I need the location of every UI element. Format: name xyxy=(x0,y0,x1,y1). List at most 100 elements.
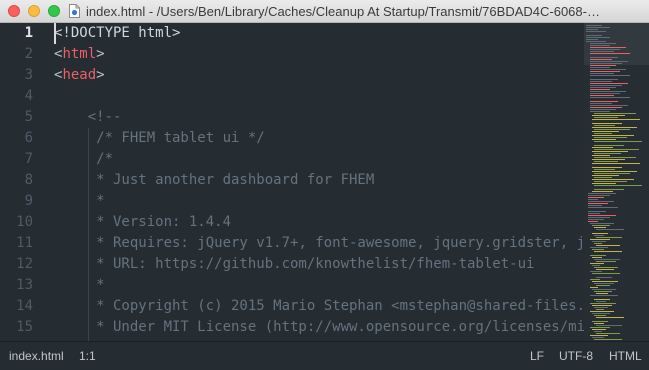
minimap-line xyxy=(588,211,606,212)
minimap-line xyxy=(592,191,613,192)
minimap-line xyxy=(590,79,618,80)
zoom-button[interactable] xyxy=(48,5,60,17)
minimap-line xyxy=(590,111,610,112)
line-number: 5 xyxy=(24,109,33,125)
code-area[interactable]: <!DOCTYPE html> <html> <head> <!-- /* FHEM… xyxy=(54,23,584,341)
minimap-line xyxy=(588,193,616,194)
minimap-line xyxy=(588,221,598,222)
minimap-line xyxy=(594,129,630,130)
status-line-endings[interactable]: LF xyxy=(530,349,544,363)
minimap-line xyxy=(586,31,606,32)
minimap-line xyxy=(588,197,604,198)
minimap-line xyxy=(592,171,637,172)
minimap-line xyxy=(590,89,610,90)
code-line: * Version: 1.4.4 xyxy=(54,212,231,233)
minimap-line xyxy=(590,87,616,88)
minimap-line xyxy=(590,69,626,70)
minimap-line xyxy=(590,57,618,58)
minimap-line xyxy=(592,119,640,120)
minimap-line xyxy=(592,233,608,234)
minimap-line xyxy=(592,139,616,140)
minimap-line xyxy=(594,267,618,268)
status-file-name: index.html xyxy=(9,349,64,363)
minimap-line xyxy=(594,243,602,244)
code-line: * Just another dashboard for FHEM xyxy=(54,170,374,191)
minimap-line xyxy=(592,225,610,226)
minimap-line xyxy=(590,67,610,68)
minimap-line xyxy=(590,63,622,64)
minimap-line xyxy=(596,317,624,318)
minimap-line xyxy=(594,149,639,150)
minimap-line xyxy=(594,125,615,126)
minimap-line xyxy=(588,199,598,200)
minimap-line xyxy=(592,151,628,152)
minimize-button[interactable] xyxy=(28,5,40,17)
minimap-line xyxy=(588,205,602,206)
minimap-line xyxy=(590,59,612,60)
minimap-line xyxy=(590,49,620,50)
minimap-line xyxy=(592,329,606,330)
line-number: 3 xyxy=(24,67,33,83)
minimap-line xyxy=(592,123,622,124)
minimap-line xyxy=(590,93,620,94)
minimap-line xyxy=(590,271,602,272)
code-token: * Requires: jQuery v1.7+, font-awesome, … xyxy=(96,235,584,251)
minimap-line xyxy=(588,219,604,220)
minimap-line xyxy=(592,131,619,132)
minimap-line xyxy=(586,39,598,40)
minimap-line xyxy=(586,25,602,26)
minimap-line xyxy=(590,109,616,110)
minimap-line xyxy=(594,113,636,114)
code-token: > xyxy=(96,46,105,62)
minimap-line xyxy=(592,163,640,164)
line-number: 15 xyxy=(16,319,33,335)
minimap-line xyxy=(590,247,608,248)
minimap-line xyxy=(596,301,606,302)
minimap-line xyxy=(596,229,624,230)
minimap-line xyxy=(590,75,630,76)
minimap-line xyxy=(594,323,604,324)
minimap-line xyxy=(592,115,625,116)
code-token: * xyxy=(54,277,105,293)
minimap-line xyxy=(594,283,614,284)
code-line: /* FHEM tablet ui */ xyxy=(54,128,265,149)
minimap-line xyxy=(592,281,618,282)
minimap-line xyxy=(588,195,610,196)
minimap-line xyxy=(592,273,620,274)
minimap-line xyxy=(590,73,614,74)
title-bar[interactable]: index.html - /Users/Ben/Library/Caches/C… xyxy=(0,0,649,23)
minimap-line xyxy=(596,277,612,278)
minimap-line xyxy=(594,315,606,316)
minimap-line xyxy=(590,279,600,280)
minimap-line xyxy=(586,41,606,42)
minimap-line xyxy=(590,51,614,52)
minimap-line xyxy=(590,287,598,288)
line-number: 2 xyxy=(24,46,33,62)
minimap-line xyxy=(590,101,618,102)
minimap-line xyxy=(590,311,614,312)
code-line: * xyxy=(54,275,105,296)
minimap-line xyxy=(592,175,619,176)
minimap-line xyxy=(594,307,608,308)
minimap-line xyxy=(590,91,626,92)
line-number: 14 xyxy=(16,298,33,314)
minimap-line xyxy=(590,335,608,336)
minimap-line xyxy=(596,309,604,310)
minimap-line xyxy=(594,251,622,252)
minimap-line xyxy=(594,235,604,236)
code-editor[interactable]: 1 2 3 4 5 6 7 8 9 10 11 12 13 14 15 <!DOCTYPE html> <ht… xyxy=(0,23,649,341)
code-line: <html> xyxy=(54,44,105,65)
minimap-line xyxy=(594,227,606,228)
minimap[interactable] xyxy=(584,23,649,341)
line-number: 10 xyxy=(16,214,33,230)
text-cursor xyxy=(54,23,56,44)
code-token: /* xyxy=(54,151,114,167)
status-encoding[interactable]: UTF-8 xyxy=(559,349,593,363)
minimap-line xyxy=(592,337,604,338)
close-button[interactable] xyxy=(8,5,20,17)
minimap-line xyxy=(596,293,608,294)
minimap-line xyxy=(594,161,618,162)
minimap-line xyxy=(592,289,616,290)
minimap-line xyxy=(594,331,602,332)
status-syntax[interactable]: HTML xyxy=(609,349,642,363)
